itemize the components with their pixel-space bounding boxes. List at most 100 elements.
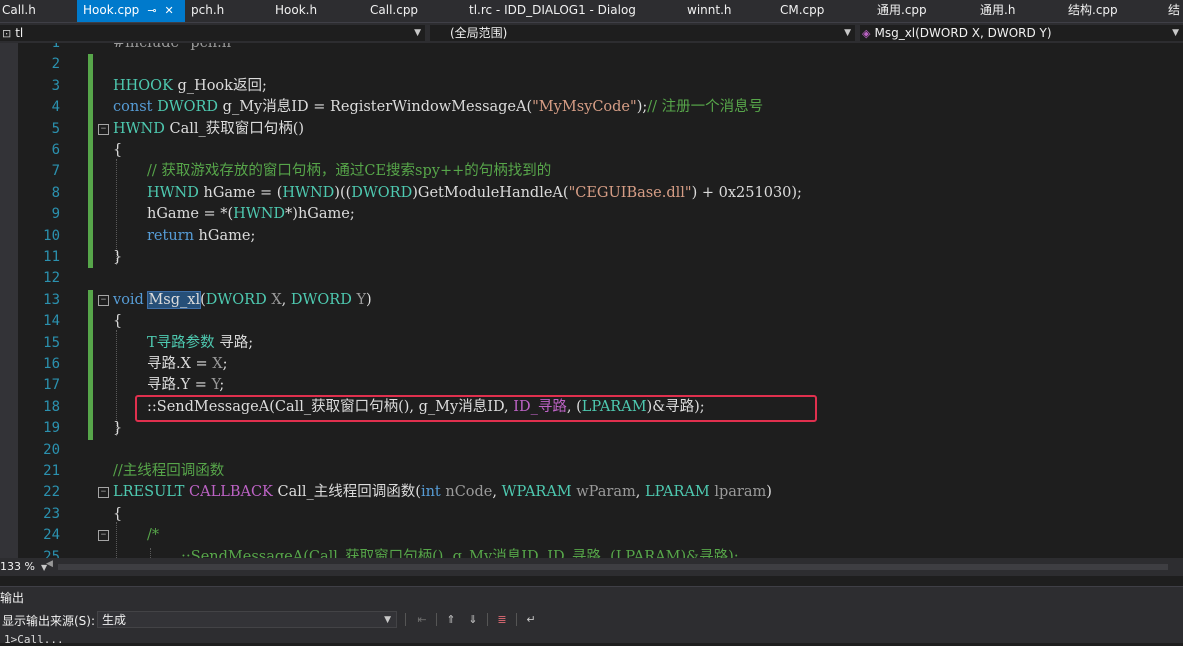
change-marker bbox=[88, 204, 93, 226]
tab-pch-h[interactable]: pch.h bbox=[191, 0, 224, 22]
output-toolbar: 显示输出来源(S): 生成 ▼ ⇤ ⇑ ⇓ ≣ ↵ bbox=[0, 609, 1183, 631]
code-line: 13 − void Msg_xl(DWORD X, DWORD Y) bbox=[0, 289, 1183, 312]
tab-overflow[interactable]: 结 bbox=[1168, 0, 1180, 22]
toolbar-separator bbox=[487, 613, 488, 626]
collapse-icon[interactable]: − bbox=[98, 487, 109, 499]
change-marker bbox=[88, 225, 93, 247]
zoom-dropdown[interactable]: 133 % ▼ bbox=[0, 559, 47, 575]
tab-hook-cpp[interactable]: Hook.cpp ⊸ ✕ bbox=[77, 0, 185, 22]
code-line: 7 // 获取游戏存放的窗口句柄，通过CE搜索spy++的句柄找到的 bbox=[0, 161, 1183, 183]
change-marker bbox=[88, 118, 93, 140]
code-text: #include "pch.h" bbox=[113, 43, 238, 51]
code-line: 22 − LRESULT CALLBACK Call_主线程回调函数(int n… bbox=[0, 482, 1183, 503]
code-line: 3 HHOOK g_Hook返回; bbox=[0, 75, 1183, 98]
code-line: 11 } bbox=[0, 247, 1183, 269]
code-line: 2 bbox=[0, 54, 1183, 76]
toolbar-separator bbox=[436, 613, 437, 626]
code-text: void Msg_xl(DWORD X, DWORD Y) bbox=[113, 290, 372, 309]
tab-winnt-h[interactable]: winnt.h bbox=[687, 0, 731, 22]
code-editor[interactable]: 1 #include "pch.h" 2 3 HHOOK g_Hook返回; 4… bbox=[0, 43, 1183, 558]
code-text: HWND Call_获取窗口句柄() bbox=[113, 120, 305, 137]
code-text: hGame = *(HWND*)hGame; bbox=[147, 206, 355, 223]
member-dropdown[interactable]: ◈ Msg_xl(DWORD X, DWORD Y) ▼ bbox=[860, 25, 1183, 41]
code-line: 23 { bbox=[0, 504, 1183, 525]
code-text: return hGame; bbox=[147, 227, 256, 244]
code-text: { bbox=[113, 142, 123, 158]
code-text: const DWORD g_My消息ID = RegisterWindowMes… bbox=[113, 99, 764, 116]
code-text: //主线程回调函数 bbox=[113, 463, 225, 479]
chevron-down-icon: ▼ bbox=[844, 28, 851, 38]
code-line: 16 寻路.X = X; bbox=[0, 354, 1183, 376]
change-marker bbox=[88, 75, 93, 98]
change-marker bbox=[88, 247, 93, 269]
tab-tongyong-h[interactable]: 通用.h bbox=[980, 0, 1015, 22]
change-marker bbox=[88, 289, 93, 312]
editor-status-row: 133 % ▼ ◀ bbox=[0, 558, 1183, 576]
tab-tl-rc-dialog[interactable]: tl.rc - IDD_DIALOG1 - Dialog bbox=[469, 0, 636, 22]
collapse-icon[interactable]: − bbox=[98, 294, 109, 306]
collapse-icon[interactable]: − bbox=[98, 123, 109, 135]
highlight-annotation-box bbox=[135, 395, 817, 422]
code-text: ::SendMessageA(Call_获取窗口句柄(), g_My消息ID, … bbox=[181, 548, 739, 558]
tab-tongyong-cpp[interactable]: 通用.cpp bbox=[877, 0, 927, 22]
tab-call-h[interactable]: Call.h bbox=[2, 0, 36, 22]
code-line: 9 hGame = *(HWND*)hGame; bbox=[0, 204, 1183, 226]
chevron-down-icon: ▼ bbox=[384, 615, 391, 625]
change-marker bbox=[88, 396, 93, 419]
code-text: LRESULT CALLBACK Call_主线程回调函数(int nCode,… bbox=[113, 484, 772, 501]
code-line: 1 #include "pch.h" bbox=[0, 43, 1183, 54]
change-marker bbox=[88, 97, 93, 119]
code-line: 14 { bbox=[0, 311, 1183, 333]
change-marker bbox=[88, 140, 93, 162]
clear-all-icon[interactable]: ≣ bbox=[494, 612, 510, 627]
tab-hook-h[interactable]: Hook.h bbox=[275, 0, 317, 22]
code-text: 寻路.X = X; bbox=[147, 356, 228, 372]
code-text: T寻路参数 寻路; bbox=[147, 334, 254, 351]
code-line: 17 寻路.Y = Y; bbox=[0, 375, 1183, 397]
change-marker bbox=[88, 332, 93, 354]
code-text: 寻路.Y = Y; bbox=[147, 377, 225, 394]
code-text: /* bbox=[147, 527, 160, 544]
document-tab-strip: Call.h Hook.cpp ⊸ ✕ pch.h Hook.h Call.cpp … bbox=[0, 0, 1183, 22]
change-marker bbox=[88, 54, 93, 76]
function-icon: ◈ bbox=[862, 27, 871, 40]
tab-call-cpp[interactable]: Call.cpp bbox=[370, 0, 418, 22]
toolbar-separator bbox=[516, 613, 517, 626]
code-text: { bbox=[113, 505, 123, 522]
project-dropdown[interactable]: ⊡ tl ▼ bbox=[0, 25, 425, 41]
scope-dropdown[interactable]: (全局范围) ▼ bbox=[430, 25, 855, 41]
code-line: 24 − /* bbox=[0, 525, 1183, 546]
output-source-dropdown[interactable]: 生成 ▼ bbox=[97, 611, 397, 628]
code-line: 20 bbox=[43, 441, 60, 458]
code-text: } bbox=[113, 249, 123, 265]
code-line: 12 bbox=[43, 270, 60, 287]
toolbar-separator bbox=[405, 613, 406, 626]
tab-jiegou-cpp[interactable]: 结构.cpp bbox=[1068, 0, 1118, 22]
previous-message-icon[interactable]: ⇑ bbox=[443, 612, 459, 627]
change-marker bbox=[88, 375, 93, 397]
output-text: 1>Call... bbox=[4, 633, 64, 646]
change-marker bbox=[88, 182, 93, 205]
find-message-icon[interactable]: ⇤ bbox=[414, 612, 430, 627]
collapse-icon[interactable]: − bbox=[98, 530, 109, 542]
close-icon[interactable]: ✕ bbox=[165, 0, 174, 21]
code-line: 21 //主线程回调函数 bbox=[0, 461, 1183, 482]
output-source-label: 显示输出来源(S): bbox=[2, 614, 96, 628]
code-line: 25 ::SendMessageA(Call_获取窗口句柄(), g_My消息I… bbox=[0, 547, 1183, 558]
tab-cm-cpp[interactable]: CM.cpp bbox=[780, 0, 824, 22]
change-marker bbox=[88, 161, 93, 183]
project-icon: ⊡ bbox=[2, 27, 12, 40]
output-panel: 输出 显示输出来源(S): 生成 ▼ ⇤ ⇑ ⇓ ≣ ↵ 1>Call... bbox=[0, 586, 1183, 646]
code-text: HWND hGame = (HWND)((DWORD)GetModuleHand… bbox=[147, 184, 802, 201]
change-marker bbox=[88, 354, 93, 376]
scroll-left-icon[interactable]: ◀ bbox=[46, 559, 53, 569]
pin-icon[interactable]: ⊸ bbox=[147, 0, 156, 21]
chevron-down-icon: ▼ bbox=[1172, 28, 1179, 38]
horizontal-scrollbar[interactable] bbox=[58, 564, 1168, 570]
change-marker bbox=[88, 311, 93, 333]
word-wrap-icon[interactable]: ↵ bbox=[523, 612, 539, 627]
code-text: } bbox=[113, 420, 123, 437]
next-message-icon[interactable]: ⇓ bbox=[465, 612, 481, 627]
navigation-bar: ⊡ tl ▼ (全局范围) ▼ ◈ Msg_xl(DWORD X, DWORD Y)… bbox=[0, 22, 1183, 44]
code-text: { bbox=[113, 313, 123, 330]
